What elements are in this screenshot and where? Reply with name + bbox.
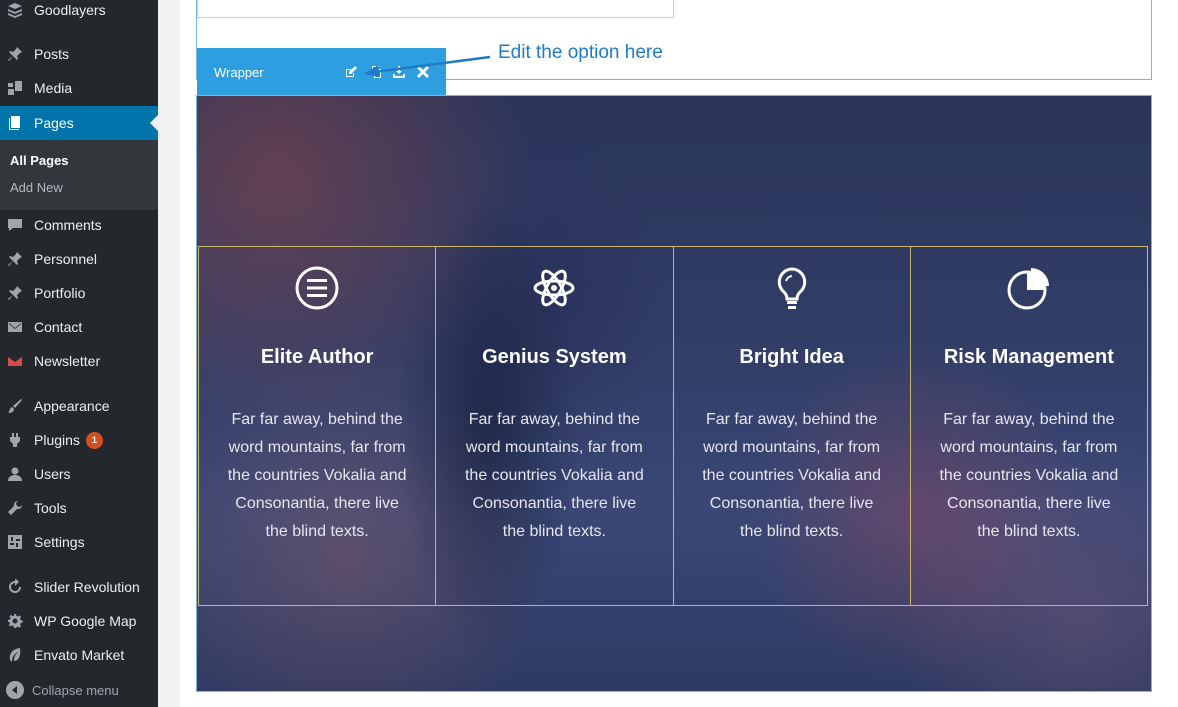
- sidebar-item-newsletter[interactable]: Newsletter: [0, 344, 158, 378]
- pin-icon: [7, 285, 23, 301]
- sidebar-item-label: Posts: [34, 46, 70, 62]
- submenu-add-new[interactable]: Add New: [10, 180, 63, 195]
- feature-title: Elite Author: [260, 346, 374, 368]
- sidebar-item-label: Newsletter: [34, 353, 101, 369]
- feature-text: Far far away, behind the word mountains,…: [939, 411, 1119, 540]
- sidebar-item-label: Envato Market: [34, 647, 125, 663]
- user-icon: [7, 466, 23, 482]
- sidebar-item-label: Comments: [34, 217, 102, 233]
- sidebar-item-label: Appearance: [34, 398, 110, 414]
- pie-chart-icon: [1006, 265, 1052, 311]
- wrapper-section[interactable]: Elite Author Far far away, behind the wo…: [196, 95, 1152, 692]
- sidebar-item-pages[interactable]: Pages: [0, 106, 158, 140]
- pin-icon: [7, 251, 23, 267]
- sidebar-item-plugins[interactable]: Plugins 1: [0, 423, 158, 457]
- gear-icon: [7, 613, 23, 629]
- sidebar-item-label: Tools: [34, 500, 67, 516]
- menu-circle-icon: [294, 265, 340, 311]
- sidebar-item-envato-market[interactable]: Envato Market: [0, 638, 158, 672]
- sidebar-item-comments[interactable]: Comments: [0, 208, 158, 242]
- sidebar-item-label: Contact: [34, 319, 83, 335]
- feature-column[interactable]: Bright Idea Far far away, behind the wor…: [672, 246, 911, 606]
- sidebar-item-media[interactable]: Media: [0, 71, 158, 105]
- sidebar-item-portfolio[interactable]: Portfolio: [0, 276, 158, 310]
- sidebar-item-wp-google-map[interactable]: WP Google Map: [0, 604, 158, 638]
- comment-icon: [7, 217, 23, 233]
- media-icon: [7, 80, 23, 96]
- sidebar-item-settings[interactable]: Settings: [0, 525, 158, 559]
- feature-grid: Elite Author Far far away, behind the wo…: [198, 246, 1148, 606]
- update-count-badge: 1: [85, 431, 103, 449]
- refresh-icon: [7, 579, 23, 595]
- sidebar-item-label: Plugins: [34, 432, 80, 448]
- sidebar-item-label: Slider Revolution: [34, 579, 140, 595]
- sidebar-item-slider-revolution[interactable]: Slider Revolution: [0, 570, 158, 604]
- mail-icon: [7, 319, 23, 335]
- lightbulb-icon: [769, 265, 815, 311]
- atom-icon: [531, 265, 577, 311]
- brush-icon: [7, 398, 23, 414]
- goodlayers-icon: [7, 2, 23, 18]
- pages-icon: [7, 115, 23, 131]
- feature-text: Far far away, behind the word mountains,…: [702, 411, 882, 540]
- wrapper-label: Wrapper: [214, 64, 264, 80]
- plugin-icon: [7, 432, 23, 448]
- sidebar-item-label: Media: [34, 80, 73, 96]
- feature-column[interactable]: Elite Author Far far away, behind the wo…: [198, 246, 437, 606]
- feature-text: Far far away, behind the word mountains,…: [227, 411, 407, 540]
- settings-icon: [7, 534, 23, 550]
- feature-text: Far far away, behind the word mountains,…: [464, 411, 644, 540]
- feature-title: Risk Management: [943, 346, 1114, 368]
- feature-title: Genius System: [482, 346, 627, 368]
- previous-element-box: [197, 0, 674, 18]
- sidebar-item-users[interactable]: Users: [0, 457, 158, 491]
- sidebar-item-label: WP Google Map: [34, 613, 137, 629]
- sidebar-item-label: Goodlayers: [34, 2, 106, 18]
- feature-title: Bright Idea: [739, 346, 844, 368]
- admin-sidebar: Goodlayers Posts Media Pages All Pages A…: [0, 0, 158, 707]
- wrench-icon: [7, 500, 23, 516]
- newsletter-icon: [7, 353, 23, 369]
- pages-submenu: All Pages Add New: [0, 140, 158, 210]
- sidebar-item-label: Pages: [34, 115, 74, 131]
- feature-column[interactable]: Genius System Far far away, behind the w…: [435, 246, 674, 606]
- sidebar-item-label: Settings: [34, 534, 85, 550]
- sidebar-item-tools[interactable]: Tools: [0, 491, 158, 525]
- collapse-menu-button[interactable]: Collapse menu: [0, 673, 158, 707]
- leaf-icon: [7, 647, 23, 663]
- pin-icon: [7, 46, 23, 62]
- collapse-arrow-icon: [6, 681, 24, 699]
- sidebar-item-label: Portfolio: [34, 285, 86, 301]
- sidebar-item-appearance[interactable]: Appearance: [0, 389, 158, 423]
- feature-column[interactable]: Risk Management Far far away, behind the…: [909, 246, 1148, 606]
- sidebar-item-contact[interactable]: Contact: [0, 310, 158, 344]
- sidebar-item-label: Personnel: [34, 251, 98, 267]
- submenu-all-pages[interactable]: All Pages: [10, 153, 69, 168]
- annotation-text: Edit the option here: [498, 42, 663, 63]
- annotation-arrow: [364, 55, 491, 77]
- collapse-menu-label: Collapse menu: [32, 682, 119, 698]
- sidebar-item-label: Users: [34, 466, 71, 482]
- sidebar-item-personnel[interactable]: Personnel: [0, 242, 158, 276]
- sidebar-item-posts[interactable]: Posts: [0, 37, 158, 71]
- sidebar-item-goodlayers[interactable]: Goodlayers: [0, 0, 158, 27]
